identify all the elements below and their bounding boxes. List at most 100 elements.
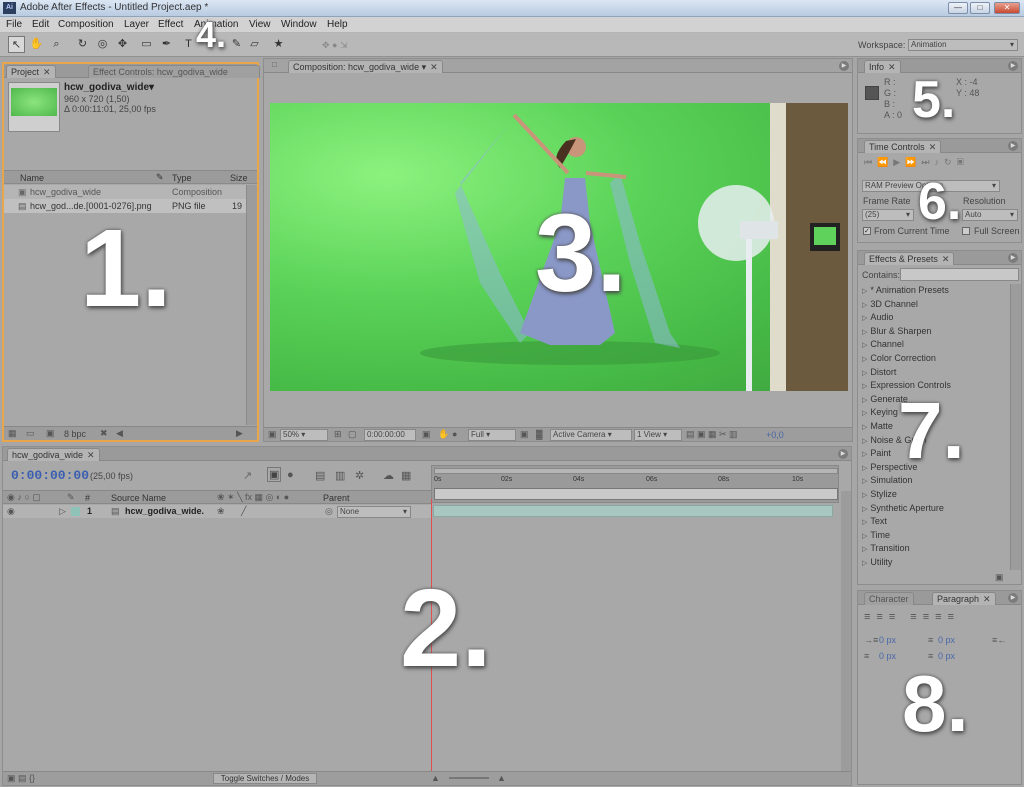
effect-category[interactable]: Paint <box>862 447 891 460</box>
brush-icon[interactable]: ✎ <box>228 36 245 53</box>
text-icon[interactable]: T <box>180 36 197 53</box>
timeline-scrollbar[interactable] <box>841 491 851 771</box>
close-icon[interactable]: ✕ <box>87 450 95 460</box>
close-button[interactable]: ✕ <box>994 2 1020 14</box>
tab-time-controls[interactable]: Time Controls ✕ <box>864 140 942 153</box>
zoom-out-icon[interactable]: ▲ <box>431 773 440 783</box>
project-scrollbar[interactable] <box>246 185 257 425</box>
effect-category[interactable]: Time <box>862 529 890 542</box>
zoom-icon[interactable]: ⌕ <box>48 36 65 53</box>
rectangle-mask-icon[interactable]: ▭ <box>138 36 155 53</box>
menu-layer[interactable]: Layer <box>124 19 149 30</box>
layer-switches-icon[interactable]: ▣ ▤ {} <box>7 773 35 784</box>
close-icon[interactable]: ✕ <box>888 62 896 72</box>
from-current-time-checkbox[interactable]: ✓ <box>863 227 871 235</box>
menu-edit[interactable]: Edit <box>32 19 49 30</box>
effects-search-input[interactable] <box>900 268 1019 281</box>
pick-whip-icon[interactable]: ◎ <box>325 506 333 517</box>
tab-info[interactable]: Info ✕ <box>864 60 901 73</box>
comp-flowchart-icon[interactable]: ↗ <box>243 469 252 482</box>
effects-scrollbar[interactable] <box>1010 284 1021 570</box>
space-before-value[interactable]: 0 px <box>938 635 955 645</box>
panel-menu-icon[interactable]: ▶ <box>1008 253 1018 263</box>
menu-window[interactable]: Window <box>281 19 317 30</box>
brainstorm-icon[interactable]: ☁ <box>383 469 394 482</box>
tab-effects-presets[interactable]: Effects & Presets ✕ <box>864 252 955 265</box>
tab-paragraph[interactable]: Paragraph ✕ <box>932 592 996 605</box>
close-icon[interactable]: ✕ <box>43 67 51 77</box>
close-icon[interactable]: ✕ <box>942 254 950 264</box>
track-xy-icon[interactable]: ✥ <box>114 36 131 53</box>
col-size[interactable]: Size <box>230 173 248 183</box>
new-composition-icon[interactable]: ▣ <box>46 428 55 439</box>
time-ruler[interactable]: 0s 02s 04s 06s 08s 10s <box>431 465 839 503</box>
workspace-dropdown[interactable]: Animation ▾ <box>908 39 1018 51</box>
interpret-footage-icon[interactable]: ▦ <box>8 428 17 439</box>
draft-3d-icon[interactable]: ● <box>287 469 294 481</box>
exposure-value[interactable]: +0,0 <box>766 430 784 440</box>
effect-category[interactable]: Channel <box>862 338 904 351</box>
graph-editor-icon[interactable]: ▦ <box>401 469 411 482</box>
resolution-dropdown[interactable]: Full ▾ <box>468 429 516 441</box>
region-of-interest-icon[interactable]: ▣ <box>520 429 529 440</box>
lock-icon[interactable]: □ <box>272 60 277 69</box>
effect-category[interactable]: Keying <box>862 406 898 419</box>
scroll-left-icon[interactable]: ◀ <box>116 428 123 439</box>
time-navigator[interactable] <box>434 488 838 500</box>
show-snapshot-icon[interactable]: ✋ <box>438 429 449 440</box>
scroll-right-icon[interactable]: ▶ <box>236 428 243 439</box>
maximize-button[interactable]: □ <box>970 2 990 14</box>
expand-triangle-icon[interactable]: ▷ <box>59 506 66 517</box>
live-update-icon[interactable]: ▣ <box>267 467 282 482</box>
orbit-camera-icon[interactable]: ◎ <box>94 36 111 53</box>
effect-category[interactable]: 3D Channel <box>862 298 918 311</box>
transparency-grid-icon[interactable]: ▓ <box>536 429 543 439</box>
hand-icon[interactable]: ✋ <box>28 36 45 53</box>
effect-category[interactable]: Matte <box>862 420 893 433</box>
project-row[interactable]: ▣ hcw_godiva_wide Composition <box>4 185 246 199</box>
channels-icon[interactable]: ● <box>452 429 457 439</box>
timeline-timecode[interactable]: 0:00:00:00 <box>11 468 89 483</box>
menu-composition[interactable]: Composition <box>58 19 114 30</box>
timecode-field[interactable]: 0:00:00:00 <box>364 429 416 441</box>
menu-view[interactable]: View <box>249 19 271 30</box>
resolution-dropdown[interactable]: Auto ▾ <box>962 209 1018 221</box>
layer-name[interactable]: hcw_godiva_wide. <box>125 506 204 516</box>
frame-blending-icon[interactable]: ▥ <box>335 469 345 482</box>
panel-menu-icon[interactable]: ▶ <box>839 61 849 71</box>
rotate-icon[interactable]: ↻ <box>74 36 91 53</box>
tab-character[interactable]: Character <box>864 592 914 605</box>
first-line-indent-value[interactable]: 0 px <box>879 651 896 661</box>
motion-blur-icon[interactable]: ✲ <box>355 469 364 482</box>
puppet-pin-icon[interactable]: ★ <box>270 36 287 53</box>
panel-menu-icon[interactable]: ▶ <box>1008 61 1018 71</box>
view-layout-dropdown[interactable]: 1 View ▾ <box>634 429 682 441</box>
zoom-slider[interactable] <box>449 777 489 779</box>
tab-project[interactable]: Project ✕ <box>6 65 56 78</box>
panel-menu-icon[interactable]: ▶ <box>838 449 848 459</box>
effect-category[interactable]: Transition <box>862 542 909 555</box>
grid-icon[interactable]: ⊞ <box>334 429 342 440</box>
eraser-icon[interactable]: ▱ <box>246 36 263 53</box>
effect-category[interactable]: Utility <box>862 556 892 569</box>
label-color-swatch[interactable] <box>71 507 80 516</box>
effect-category[interactable]: Synthetic Aperture <box>862 502 944 515</box>
full-screen-checkbox[interactable] <box>962 227 970 235</box>
selection-icon[interactable]: ↖ <box>8 36 25 53</box>
video-eye-icon[interactable]: ◉ <box>7 506 15 517</box>
pen-icon[interactable]: ✒ <box>158 36 175 53</box>
toggle-switches-modes-button[interactable]: Toggle Switches / Modes <box>213 773 317 784</box>
hide-shy-layers-icon[interactable]: ▤ <box>315 469 325 482</box>
close-icon[interactable]: ✕ <box>983 594 991 604</box>
panel-menu-icon[interactable]: ▶ <box>1008 141 1018 151</box>
col-parent[interactable]: Parent <box>323 493 350 503</box>
zoom-dropdown[interactable]: 50% ▾ <box>280 429 328 441</box>
close-icon[interactable]: ✕ <box>430 62 438 72</box>
close-icon[interactable]: ✕ <box>929 142 937 152</box>
new-preset-icon[interactable]: ▣ <box>995 572 1004 583</box>
layer-row[interactable]: ◉ ▷ 1 ▤ hcw_godiva_wide. ❀ ╱ ◎ None ▾ <box>3 505 431 518</box>
paragraph-align-buttons[interactable]: ≡≡≡ ≡≡≡≡ <box>864 611 960 623</box>
new-folder-icon[interactable]: ▭ <box>26 428 35 439</box>
menu-effect[interactable]: Effect <box>158 19 183 30</box>
effect-category[interactable]: Stylize <box>862 488 897 501</box>
